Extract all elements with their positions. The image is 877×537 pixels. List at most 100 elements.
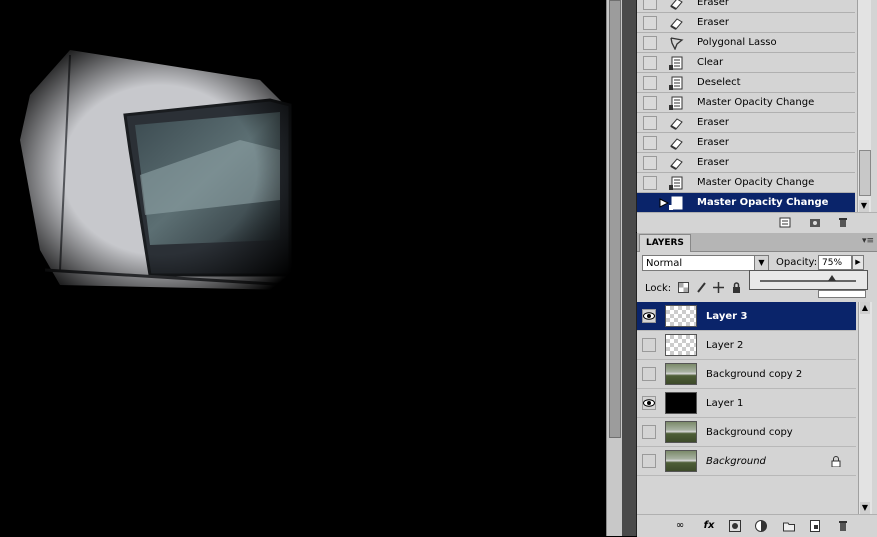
layer-thumbnail bbox=[665, 450, 697, 472]
history-brush-source-box[interactable] bbox=[643, 16, 657, 30]
history-state-label: Deselect bbox=[697, 77, 741, 88]
lock-pixels-icon[interactable] bbox=[696, 282, 707, 293]
canvas-vertical-scrollbar[interactable] bbox=[606, 0, 622, 536]
history-brush-source-box[interactable] bbox=[643, 56, 657, 70]
history-state-icon bbox=[669, 176, 683, 190]
opacity-slider-knob[interactable] bbox=[828, 275, 836, 281]
history-state-item[interactable]: Eraser bbox=[637, 0, 855, 13]
history-state-item[interactable]: Clear bbox=[637, 53, 855, 73]
delete-state-icon[interactable] bbox=[837, 217, 849, 228]
visibility-toggle[interactable] bbox=[642, 367, 656, 381]
layers-scrollbar[interactable]: ▲ ▼ bbox=[858, 302, 872, 514]
layer-thumbnail bbox=[665, 334, 697, 356]
history-brush-source-box[interactable] bbox=[643, 116, 657, 130]
new-layer-icon[interactable] bbox=[809, 520, 821, 532]
history-brush-source-box[interactable] bbox=[643, 156, 657, 170]
opacity-slider-toggle[interactable]: ▶ bbox=[852, 255, 864, 270]
layer-row[interactable]: Background copy bbox=[637, 418, 856, 447]
canvas-scroll-thumb[interactable] bbox=[609, 0, 621, 438]
layer-name[interactable]: Background copy 2 bbox=[706, 369, 802, 380]
history-state-item[interactable]: Master Opacity Change bbox=[637, 93, 855, 113]
layers-scroll-down-arrow[interactable]: ▼ bbox=[860, 502, 870, 514]
layer-name[interactable]: Layer 1 bbox=[706, 398, 743, 409]
layer-name[interactable]: Layer 3 bbox=[706, 311, 747, 322]
canvas-image bbox=[0, 30, 320, 310]
fill-input[interactable] bbox=[818, 290, 866, 298]
new-document-from-state-icon[interactable] bbox=[779, 217, 791, 228]
eraser-icon bbox=[670, 118, 683, 130]
panel-menu-icon[interactable]: ▾≡ bbox=[862, 236, 874, 246]
history-state-label: Clear bbox=[697, 57, 724, 68]
history-brush-source-box[interactable] bbox=[643, 76, 657, 90]
history-state-item[interactable]: Master Opacity Change bbox=[637, 193, 855, 213]
layers-tab-bar: LAYERS ▾≡ bbox=[637, 233, 877, 252]
layer-row[interactable]: Layer 2 bbox=[637, 331, 856, 360]
history-state-icon bbox=[669, 56, 683, 70]
opacity-slider-track[interactable] bbox=[760, 280, 856, 282]
history-state-label: Eraser bbox=[697, 0, 730, 8]
panel-dock-gutter bbox=[622, 0, 636, 536]
lock-all-icon[interactable] bbox=[731, 282, 742, 293]
opacity-slider-popup[interactable] bbox=[749, 270, 868, 290]
history-state-label: Master Opacity Change bbox=[697, 197, 829, 208]
visibility-toggle[interactable] bbox=[642, 454, 656, 468]
eraser-icon bbox=[670, 138, 683, 150]
history-scroll-down-arrow[interactable]: ▼ bbox=[859, 200, 869, 212]
link-layers-icon[interactable]: ∞ bbox=[673, 520, 687, 532]
chevron-down-icon[interactable]: ▼ bbox=[754, 256, 768, 270]
new-group-icon[interactable] bbox=[783, 520, 795, 532]
history-brush-source-icon[interactable] bbox=[659, 198, 669, 208]
layer-name[interactable]: Background copy bbox=[706, 427, 793, 438]
lock-position-icon[interactable] bbox=[713, 282, 724, 293]
history-state-icon bbox=[669, 96, 683, 110]
layer-name[interactable]: Layer 2 bbox=[706, 340, 743, 351]
history-scrollbar[interactable]: ▼ bbox=[857, 0, 871, 212]
history-brush-source-box[interactable] bbox=[643, 0, 657, 10]
layer-row[interactable]: Background copy 2 bbox=[637, 360, 856, 389]
layer-thumbnail bbox=[665, 392, 697, 414]
history-state-label: Eraser bbox=[697, 17, 730, 28]
add-mask-icon[interactable] bbox=[729, 520, 741, 532]
history-state-label: Eraser bbox=[697, 157, 730, 168]
document-canvas[interactable] bbox=[0, 0, 606, 536]
polygonal-lasso-icon bbox=[670, 37, 684, 50]
history-state-item[interactable]: Eraser bbox=[637, 13, 855, 33]
visibility-toggle[interactable] bbox=[642, 338, 656, 352]
delete-layer-icon[interactable] bbox=[837, 520, 849, 532]
layer-row[interactable]: Background bbox=[637, 447, 856, 476]
visibility-toggle[interactable] bbox=[642, 425, 656, 439]
tab-layers[interactable]: LAYERS bbox=[639, 234, 691, 252]
layers-footer: ∞ fx bbox=[637, 514, 877, 537]
layer-row[interactable]: Layer 1 bbox=[637, 389, 856, 418]
history-brush-source-box[interactable] bbox=[643, 136, 657, 150]
eye-icon[interactable] bbox=[642, 309, 656, 323]
lock-transparency-icon[interactable] bbox=[678, 282, 689, 293]
layer-row[interactable]: Layer 3 bbox=[637, 302, 856, 331]
blend-mode-value: Normal bbox=[646, 258, 683, 269]
history-state-item[interactable]: Master Opacity Change bbox=[637, 173, 855, 193]
history-state-item[interactable]: Polygonal Lasso bbox=[637, 33, 855, 53]
eye-icon[interactable] bbox=[642, 396, 656, 410]
lock-icon bbox=[831, 456, 841, 467]
new-snapshot-icon[interactable] bbox=[809, 217, 821, 228]
eraser-icon bbox=[670, 18, 683, 30]
history-brush-source-box[interactable] bbox=[643, 36, 657, 50]
opacity-input[interactable]: 75% bbox=[818, 255, 852, 270]
history-state-label: Master Opacity Change bbox=[697, 97, 815, 108]
layers-scroll-up-arrow[interactable]: ▲ bbox=[860, 302, 870, 314]
layer-style-icon[interactable]: fx bbox=[701, 520, 717, 532]
layers-panel: LAYERS ▾≡ Normal ▼ Opacity: 75% ▶ Lock: … bbox=[636, 233, 877, 537]
history-brush-source-box[interactable] bbox=[643, 96, 657, 110]
history-scroll-thumb[interactable] bbox=[859, 150, 871, 196]
adjustment-layer-icon[interactable] bbox=[755, 520, 767, 532]
history-state-item[interactable]: Eraser bbox=[637, 113, 855, 133]
layer-name[interactable]: Background bbox=[706, 456, 766, 467]
history-state-item[interactable]: Eraser bbox=[637, 153, 855, 173]
history-state-label: Polygonal Lasso bbox=[697, 37, 777, 48]
blend-mode-select[interactable]: Normal ▼ bbox=[642, 255, 769, 271]
opacity-label: Opacity: bbox=[776, 257, 818, 268]
history-state-item[interactable]: Deselect bbox=[637, 73, 855, 93]
history-state-item[interactable]: Eraser bbox=[637, 133, 855, 153]
history-state-icon bbox=[669, 76, 683, 90]
history-brush-source-box[interactable] bbox=[643, 176, 657, 190]
